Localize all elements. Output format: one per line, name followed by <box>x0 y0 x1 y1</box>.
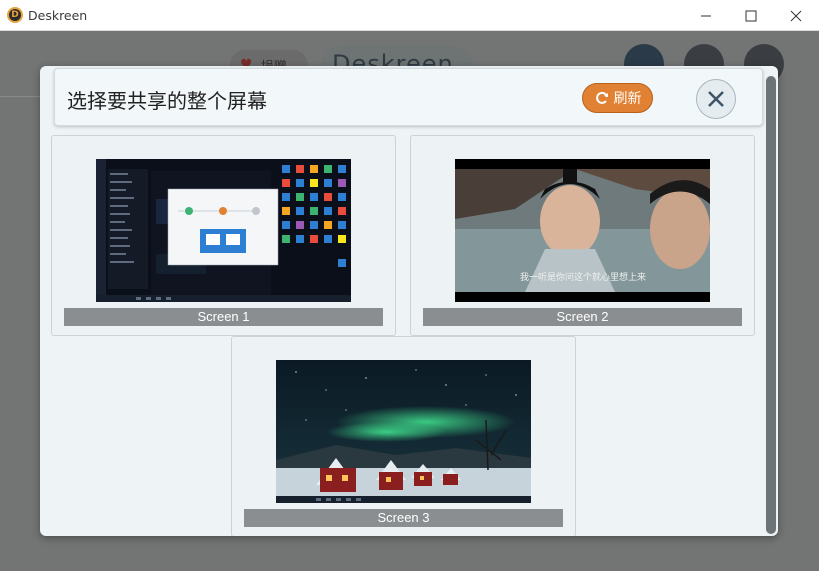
window-title: Deskreen <box>28 7 88 23</box>
refresh-icon <box>595 91 608 104</box>
divider <box>0 96 40 97</box>
screen-3-label: Screen 3 <box>244 509 563 527</box>
window-close-button[interactable] <box>773 0 819 31</box>
desktop-screenshot-image <box>96 159 351 302</box>
screen-2-label: Screen 2 <box>423 308 742 326</box>
screen-option-1[interactable]: Screen 1 <box>51 135 396 336</box>
screen-1-thumbnail <box>96 159 351 302</box>
screen-option-2[interactable]: 我一听是你问这个就心里想上来 Screen 2 <box>410 135 755 336</box>
dialog-header: 选择要共享的整个屏幕 刷新 <box>54 68 763 126</box>
screen-3-thumbnail <box>276 360 531 503</box>
video-frame-image: 我一听是你问这个就心里想上来 <box>455 159 710 302</box>
minimize-icon <box>701 15 711 16</box>
dialog-scrollbar[interactable] <box>766 76 776 534</box>
close-icon <box>708 91 724 107</box>
logo-letter: D <box>11 10 19 20</box>
maximize-button[interactable] <box>728 0 774 31</box>
screen-1-label: Screen 1 <box>64 308 383 326</box>
window-titlebar: D Deskreen <box>0 0 819 31</box>
minimize-button[interactable] <box>683 0 729 31</box>
maximize-icon <box>745 10 757 21</box>
refresh-button[interactable]: 刷新 <box>582 83 653 113</box>
dialog-title: 选择要共享的整个屏幕 <box>67 89 267 113</box>
refresh-label: 刷新 <box>613 91 642 107</box>
close-icon <box>790 10 802 21</box>
screen-2-thumbnail: 我一听是你问这个就心里想上来 <box>455 159 710 302</box>
choose-screen-dialog: 选择要共享的整个屏幕 刷新 Screen 1 我一听是你问这个就心里想上来 Sc… <box>40 66 778 536</box>
dialog-close-button[interactable] <box>696 79 736 119</box>
video-subtitle: 我一听是你问这个就心里想上来 <box>520 271 646 283</box>
screen-option-3[interactable]: Screen 3 <box>231 336 576 536</box>
aurora-wallpaper-image <box>276 360 531 503</box>
deskreen-logo-icon: D <box>7 7 23 23</box>
